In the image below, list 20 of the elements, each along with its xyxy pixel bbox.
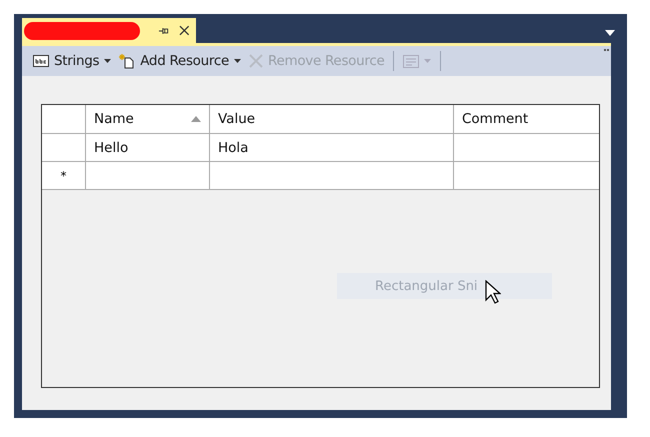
caret-icon (104, 59, 112, 63)
column-header[interactable]: Value (210, 105, 454, 133)
toolbar-dropdown-button[interactable]: Add Resource (116, 51, 244, 71)
list-icon (403, 54, 420, 68)
close-icon (248, 54, 263, 68)
abc-icon (33, 55, 49, 67)
table-cell[interactable]: Hello (86, 134, 210, 161)
close-icon[interactable] (179, 25, 190, 36)
mouse-pointer-icon (485, 280, 501, 304)
column-header[interactable]: Name (86, 105, 210, 133)
caret-icon (424, 59, 432, 63)
column-header[interactable]: Comment (454, 105, 599, 133)
new-document-icon (119, 53, 136, 69)
new-row-marker: * (60, 168, 66, 182)
snip-tooltip: Rectangular Sni (337, 273, 552, 299)
caret-icon (234, 59, 241, 63)
dropdown-arrow-icon[interactable] (605, 30, 615, 36)
table-cell[interactable]: Hola (210, 134, 454, 161)
pin-icon[interactable] (158, 26, 170, 36)
toolbar-dropdown-button[interactable]: Strings (30, 51, 114, 71)
